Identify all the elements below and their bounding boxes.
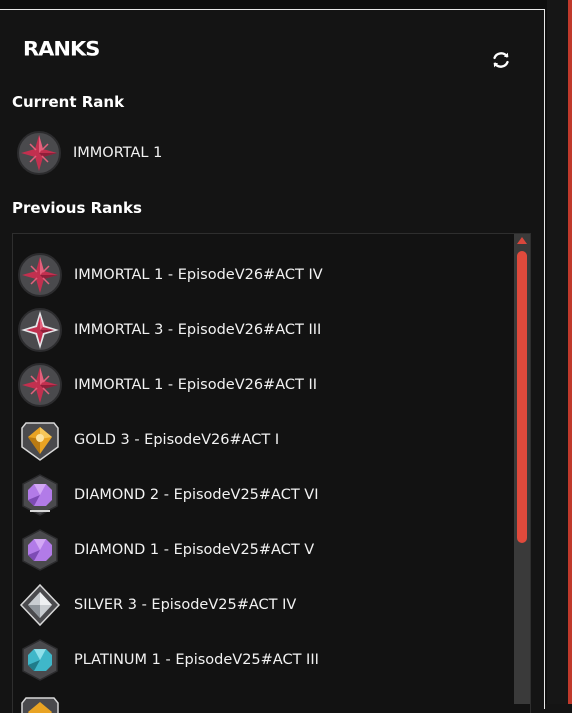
scroll-up-arrow-icon[interactable] (517, 237, 527, 244)
gold-rank-icon (21, 422, 59, 461)
refresh-button[interactable] (488, 47, 514, 73)
list-item[interactable]: PLATINUM 1 - EpisodeV25#ACT III (17, 636, 319, 684)
silver-rank-icon (19, 583, 61, 627)
list-item[interactable]: IMMORTAL 1 - EpisodeV26#ACT II (17, 361, 317, 409)
previous-ranks-list[interactable]: IMMORTAL 1 - EpisodeV26#ACT IV IMMORTAL … (12, 233, 531, 713)
diamond-1-rank-icon (22, 529, 58, 571)
refresh-icon (493, 52, 509, 68)
list-item[interactable]: GOLD 3 - EpisodeV26#ACT I (17, 416, 279, 464)
rank-history-label: IMMORTAL 1 - EpisodeV26#ACT IV (74, 267, 323, 283)
immortal-rank-icon (18, 363, 62, 407)
list-item[interactable]: DIAMOND 2 - EpisodeV25#ACT VI (17, 471, 319, 519)
rank-history-label: DIAMOND 2 - EpisodeV25#ACT VI (74, 487, 319, 503)
platinum-rank-icon (22, 639, 58, 681)
previous-ranks-title: Previous Ranks (12, 199, 142, 217)
gold-rank-icon (21, 697, 59, 713)
immortal-rank-icon (18, 253, 62, 297)
list-item[interactable] (17, 691, 63, 713)
immortal-3-rank-icon (18, 308, 62, 352)
ranks-logo: RANKS (23, 37, 100, 61)
list-item[interactable]: SILVER 3 - EpisodeV25#ACT IV (17, 581, 296, 629)
list-item[interactable]: IMMORTAL 1 - EpisodeV26#ACT IV (17, 251, 323, 299)
rank-history-label: GOLD 3 - EpisodeV26#ACT I (74, 432, 280, 448)
rank-history-label: IMMORTAL 3 - EpisodeV26#ACT III (74, 322, 322, 338)
rank-history-label: IMMORTAL 1 - EpisodeV26#ACT II (74, 377, 318, 393)
current-rank-title: Current Rank (12, 93, 125, 111)
rank-history-label: SILVER 3 - EpisodeV25#ACT IV (74, 597, 297, 613)
rank-history-label: PLATINUM 1 - EpisodeV25#ACT III (74, 652, 319, 668)
rank-history-label: DIAMOND 1 - EpisodeV25#ACT V (74, 542, 315, 558)
list-item[interactable]: IMMORTAL 3 - EpisodeV26#ACT III (17, 306, 321, 354)
current-rank-row: IMMORTAL 1 (16, 130, 162, 176)
scrollbar-thumb[interactable] (517, 251, 527, 543)
accent-stripe (568, 0, 572, 704)
list-item[interactable]: DIAMOND 1 - EpisodeV25#ACT V (17, 526, 314, 574)
app-window: RANKS Current Rank IMMORTAL 1 Previous R… (0, 0, 572, 713)
immortal-rank-icon (17, 131, 61, 175)
diamond-2-rank-icon (22, 474, 58, 516)
current-rank-label: IMMORTAL 1 (73, 145, 163, 161)
